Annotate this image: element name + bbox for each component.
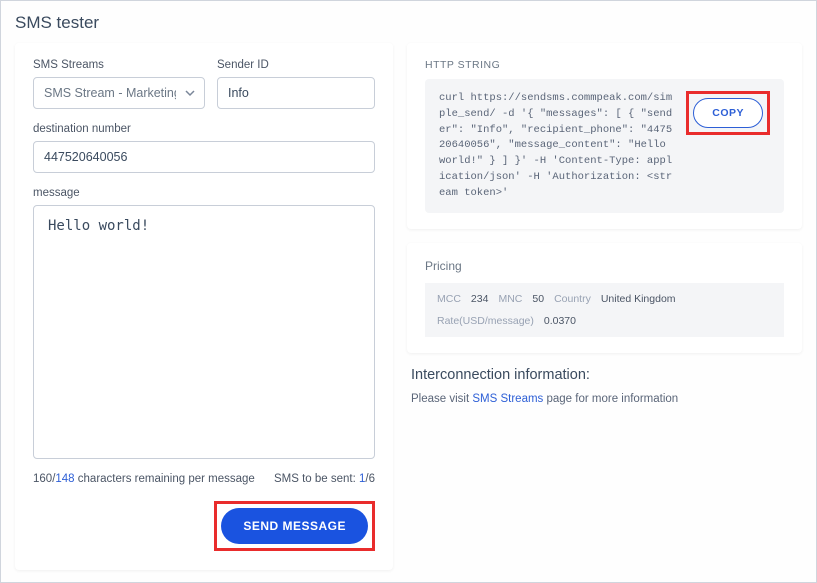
sender-group: Sender ID: [217, 59, 375, 109]
copy-button[interactable]: COPY: [693, 98, 763, 128]
sms-prefix: SMS to be sent:: [274, 473, 359, 485]
message-group: message Hello world!: [33, 187, 375, 459]
country-key: Country: [554, 293, 591, 305]
streams-group: SMS Streams SMS Stream - Marketing: [33, 59, 205, 109]
http-panel: HTTP STRING curl https://sendsms.commpea…: [407, 43, 802, 229]
pricing-row: MCC 234 MNC 50 Country United Kingdom Ra…: [425, 283, 784, 337]
destination-label: destination number: [33, 123, 375, 135]
rate-val: 0.0370: [544, 315, 576, 327]
code-block: curl https://sendsms.commpeak.com/simple…: [425, 79, 784, 213]
page-title: SMS tester: [15, 13, 802, 33]
content-area: SMS Streams SMS Stream - Marketing Sende…: [15, 43, 802, 570]
destination-group: destination number: [33, 123, 375, 173]
send-highlight: SEND MESSAGE: [214, 501, 375, 551]
chars-remaining-value: 148: [55, 473, 74, 485]
streams-select[interactable]: SMS Stream - Marketing: [33, 77, 205, 109]
form-panel: SMS Streams SMS Stream - Marketing Sende…: [15, 43, 393, 570]
inter-prefix: Please visit: [411, 393, 472, 405]
streams-select-wrap: SMS Stream - Marketing: [33, 77, 205, 109]
interconnection-title: Interconnection information:: [411, 367, 798, 383]
pricing-panel: Pricing MCC 234 MNC 50 Country United Ki…: [407, 243, 802, 353]
copy-highlight: COPY: [686, 91, 770, 135]
sms-current: 1: [359, 473, 365, 485]
destination-input[interactable]: [33, 141, 375, 173]
sender-label: Sender ID: [217, 59, 375, 71]
right-column: HTTP STRING curl https://sendsms.commpea…: [407, 43, 802, 570]
http-label: HTTP STRING: [425, 59, 784, 71]
chars-suffix: characters remaining per message: [75, 473, 255, 485]
mcc-key: MCC: [437, 293, 461, 305]
counter-row: 160/148 characters remaining per message…: [33, 473, 375, 485]
interconnection-box: Interconnection information: Please visi…: [407, 367, 802, 405]
inter-suffix: page for more information: [543, 393, 678, 405]
mcc-val: 234: [471, 293, 489, 305]
country-val: United Kingdom: [601, 293, 676, 305]
message-label: message: [33, 187, 375, 199]
mnc-key: MNC: [498, 293, 522, 305]
streams-label: SMS Streams: [33, 59, 205, 71]
message-textarea[interactable]: Hello world!: [33, 205, 375, 459]
chars-remaining: 160/148 characters remaining per message: [33, 473, 255, 485]
http-code: curl https://sendsms.commpeak.com/simple…: [439, 91, 676, 201]
form-row-top: SMS Streams SMS Stream - Marketing Sende…: [33, 59, 375, 109]
chars-max: 160: [33, 473, 52, 485]
main-container: SMS tester SMS Streams SMS Stream - Mark…: [0, 0, 817, 583]
sms-streams-link[interactable]: SMS Streams: [472, 393, 543, 405]
pricing-label: Pricing: [425, 259, 784, 273]
sms-count: SMS to be sent: 1/6: [274, 473, 375, 485]
button-row: SEND MESSAGE: [33, 501, 375, 551]
mnc-val: 50: [532, 293, 544, 305]
interconnection-text: Please visit SMS Streams page for more i…: [411, 393, 798, 405]
rate-key: Rate(USD/message): [437, 315, 534, 327]
sms-total: 6: [369, 473, 375, 485]
send-message-button[interactable]: SEND MESSAGE: [221, 508, 368, 544]
sender-input[interactable]: [217, 77, 375, 109]
